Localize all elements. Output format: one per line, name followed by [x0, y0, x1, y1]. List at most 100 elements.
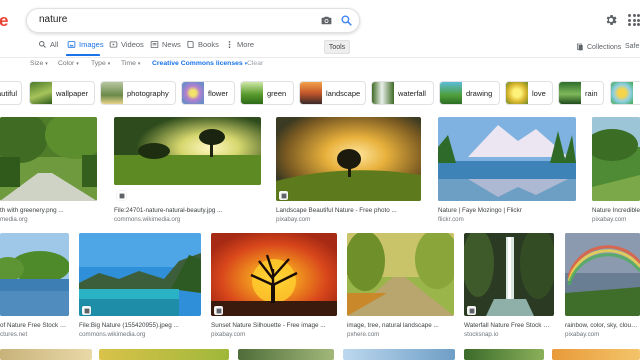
filter-usage-rights[interactable]: Creative Commons licenses ▾ — [152, 60, 247, 67]
tools-button[interactable]: Tools — [324, 40, 350, 54]
image-result[interactable] — [238, 349, 334, 360]
result-image[interactable] — [211, 233, 337, 316]
result-source[interactable]: pixabay.com — [276, 216, 310, 223]
related-chip[interactable]: green — [240, 81, 294, 105]
chip-label: flower — [208, 88, 229, 98]
tab-more[interactable]: More — [225, 40, 254, 49]
result-source[interactable]: pixabay.com — [565, 331, 599, 338]
result-caption[interactable]: Waterfall Nature Free Stock CC... — [464, 322, 554, 329]
collections-icon — [576, 43, 583, 51]
gear-icon[interactable] — [604, 13, 618, 27]
filter-time[interactable]: Time ▾ — [121, 60, 140, 67]
image-result[interactable]: Sunset Nature Silhouette - Free image ..… — [211, 233, 337, 343]
related-chip[interactable]: landscape — [299, 81, 366, 105]
image-result[interactable] — [343, 349, 455, 360]
result-source[interactable]: pixabay.com — [592, 216, 626, 223]
image-result[interactable] — [0, 349, 92, 360]
result-source[interactable]: media.org — [0, 216, 28, 223]
search-box[interactable]: nature — [26, 8, 360, 33]
result-caption[interactable]: rainbow, color, sky, cloud, ... — [565, 322, 640, 329]
result-source[interactable]: stocksnap.io — [464, 331, 498, 338]
tab-news[interactable]: News — [150, 40, 181, 49]
result-image[interactable] — [347, 233, 454, 316]
image-result[interactable] — [464, 349, 544, 360]
result-image[interactable] — [0, 349, 92, 360]
related-chip[interactable]: rain — [558, 81, 604, 105]
result-image[interactable] — [592, 117, 640, 201]
result-source[interactable]: flickr.com — [438, 216, 464, 223]
result-source[interactable]: pixabay.com — [211, 331, 245, 338]
image-icon — [469, 308, 474, 313]
image-result[interactable]: image, tree, natural landscape ... pxher… — [347, 233, 454, 343]
result-caption[interactable]: image, tree, natural landscape ... — [347, 322, 454, 329]
result-source[interactable]: pxhere.com — [347, 331, 379, 338]
image-result[interactable]: Nature Incredible pixabay.com — [592, 117, 640, 224]
google-logo-fragment[interactable]: e — [0, 11, 8, 31]
result-image[interactable] — [343, 349, 455, 360]
image-result[interactable]: th with greenery.png ... media.org — [0, 117, 97, 224]
tab-images[interactable]: Images — [67, 40, 104, 49]
image-type-badge — [82, 306, 91, 315]
result-caption[interactable]: Nature | Faye Mozingo | Flickr — [438, 207, 576, 214]
filter-type[interactable]: Type ▾ — [91, 60, 110, 67]
result-caption[interactable]: File:24701-nature-natural-beauty.jpg ... — [114, 207, 261, 214]
result-caption[interactable]: th with greenery.png ... — [0, 207, 97, 214]
result-image[interactable] — [438, 117, 576, 201]
image-result[interactable] — [99, 349, 229, 360]
filter-color[interactable]: Color ▾ — [58, 60, 79, 67]
image-result[interactable]: Nature | Faye Mozingo | Flickr flickr.co… — [438, 117, 576, 224]
related-chip[interactable]: waterfall — [371, 81, 434, 105]
related-chip[interactable]: wallpaper — [29, 81, 95, 105]
result-image[interactable] — [464, 233, 554, 316]
image-result[interactable]: of Nature Free Stock Ph... ctures.net — [0, 233, 69, 343]
image-result[interactable] — [552, 349, 640, 360]
result-caption[interactable]: File:Big Nature (155420955).jpeg ... — [79, 322, 201, 329]
related-chip[interactable] — [610, 81, 640, 105]
video-icon — [109, 41, 118, 48]
search-icon[interactable] — [340, 14, 353, 27]
result-image[interactable] — [99, 349, 229, 360]
result-image[interactable] — [238, 349, 334, 360]
search-input[interactable]: nature — [39, 14, 67, 25]
tab-label: All — [50, 40, 59, 49]
related-chip[interactable]: photography — [100, 81, 176, 105]
tab-label: Videos — [121, 40, 144, 49]
image-result[interactable]: rainbow, color, sky, cloud, ... pixabay.… — [565, 233, 640, 343]
image-result[interactable]: Landscape Beautiful Nature - Free photo … — [276, 117, 421, 224]
search-icon — [39, 41, 46, 48]
result-caption[interactable]: of Nature Free Stock Ph... — [0, 322, 69, 329]
tab-videos[interactable]: Videos — [109, 40, 144, 49]
result-caption[interactable]: Landscape Beautiful Nature - Free photo … — [276, 207, 421, 214]
result-image[interactable] — [114, 117, 261, 185]
filter-clear[interactable]: Clear — [247, 60, 263, 67]
result-image[interactable] — [565, 233, 640, 316]
related-chip[interactable]: drawing — [439, 81, 500, 105]
chip-thumbnail — [372, 82, 394, 104]
filter-label: Creative Commons licenses — [152, 60, 243, 67]
image-result[interactable]: Waterfall Nature Free Stock CC... stocks… — [464, 233, 554, 343]
image-result[interactable]: File:Big Nature (155420955).jpeg ... com… — [79, 233, 201, 343]
result-image[interactable] — [0, 233, 69, 316]
result-image[interactable] — [552, 349, 640, 360]
collections-link[interactable]: Collections — [576, 43, 621, 51]
chip-label: photography — [127, 88, 169, 98]
result-source[interactable]: commons.wikimedia.org — [79, 331, 145, 338]
result-image[interactable] — [464, 349, 544, 360]
apps-grid-icon[interactable] — [628, 14, 640, 26]
result-source[interactable]: commons.wikimedia.org — [114, 216, 180, 223]
result-image[interactable] — [0, 117, 97, 201]
result-caption[interactable]: Sunset Nature Silhouette - Free image ..… — [211, 322, 337, 329]
related-chip[interactable]: autiful — [0, 81, 22, 105]
result-caption[interactable]: Nature Incredible — [592, 207, 640, 214]
related-chip[interactable]: love — [505, 81, 553, 105]
related-chip[interactable]: flower — [181, 81, 235, 105]
filter-size[interactable]: Size ▾ — [30, 60, 48, 67]
tab-books[interactable]: Books — [186, 40, 219, 49]
camera-icon[interactable] — [320, 14, 333, 27]
image-result[interactable]: File:24701-nature-natural-beauty.jpg ...… — [114, 117, 261, 224]
result-image[interactable] — [276, 117, 421, 201]
tab-all[interactable]: All — [38, 40, 58, 49]
result-image[interactable] — [79, 233, 201, 316]
safesearch-link[interactable]: Safe — [625, 43, 639, 50]
result-source[interactable]: ctures.net — [0, 331, 27, 338]
